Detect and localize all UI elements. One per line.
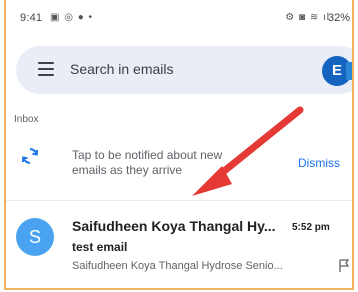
app-frame: 9:41 ▣ ◎ ● • ⚙ ◙ ≋ ıl 32% Search in emai…: [4, 0, 354, 290]
hamburger-menu-icon[interactable]: [38, 62, 54, 76]
email-sender: Saifudheen Koya Thangal Hy...: [72, 218, 276, 234]
divider: [6, 200, 352, 201]
status-time: 9:41: [20, 12, 43, 24]
email-subject: test email: [72, 240, 128, 254]
notification-text: Tap to be notified about new emails as t…: [72, 148, 223, 177]
flag-icon[interactable]: [338, 259, 350, 273]
section-label-inbox: Inbox: [14, 114, 39, 125]
search-input[interactable]: Search in emails: [70, 61, 174, 77]
search-bar[interactable]: Search in emails E: [16, 46, 352, 94]
dismiss-button[interactable]: Dismiss: [298, 156, 340, 170]
outlook-icon[interactable]: E: [322, 56, 352, 86]
status-bar: 9:41 ▣ ◎ ● • ⚙ ◙ ≋ ıl 32%: [6, 0, 352, 32]
notification-banner[interactable]: Tap to be notified about new emails as t…: [6, 136, 352, 192]
status-notification-icons: ▣ ◎ ● •: [50, 12, 94, 23]
email-snippet: Saifudheen Koya Thangal Hydrose Senio...: [72, 260, 283, 272]
avatar[interactable]: S: [16, 218, 54, 256]
status-signal-icons: ⚙ ◙ ≋ ıl: [285, 12, 330, 23]
email-list-item[interactable]: S Saifudheen Koya Thangal Hy... 5:52 pm …: [6, 206, 352, 286]
email-time: 5:52 pm: [292, 222, 330, 233]
sync-icon: [22, 148, 38, 164]
battery-level: 32%: [327, 12, 350, 24]
